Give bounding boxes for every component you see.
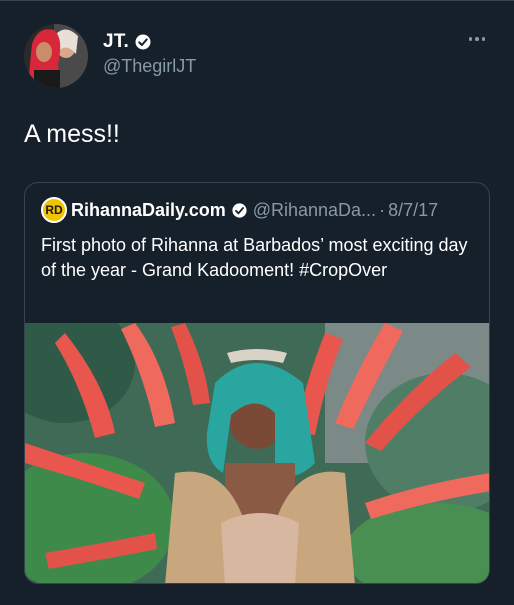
quoted-avatar-logo: RD: [41, 197, 67, 223]
quoted-tweet-text: First photo of Rihanna at Barbados’ most…: [41, 235, 468, 280]
quoted-display-name: RihannaDaily.com: [71, 199, 226, 220]
display-name-text[interactable]: JT.: [103, 31, 129, 53]
quoted-verified-badge-icon: [232, 202, 247, 218]
quoted-handle: @RihannaDa...: [252, 199, 377, 220]
quoted-date: 8/7/17: [388, 199, 439, 220]
quoted-separator: ·: [379, 199, 386, 220]
user-handle[interactable]: @ThegirlJT: [103, 56, 196, 77]
top-divider: [0, 0, 514, 1]
verified-badge-icon: [135, 34, 151, 50]
tweet-text: A mess!!: [24, 120, 120, 148]
quoted-tweet-photo[interactable]: [25, 323, 489, 583]
display-name[interactable]: JT.: [103, 31, 152, 53]
more-options-icon[interactable]: [466, 34, 488, 44]
quoted-tweet-header: RD RihannaDaily.com @RihannaDa... · 8/7/…: [41, 197, 475, 223]
quoted-tweet-card[interactable]: RD RihannaDaily.com @RihannaDa... · 8/7/…: [24, 182, 490, 584]
avatar[interactable]: [24, 24, 88, 88]
